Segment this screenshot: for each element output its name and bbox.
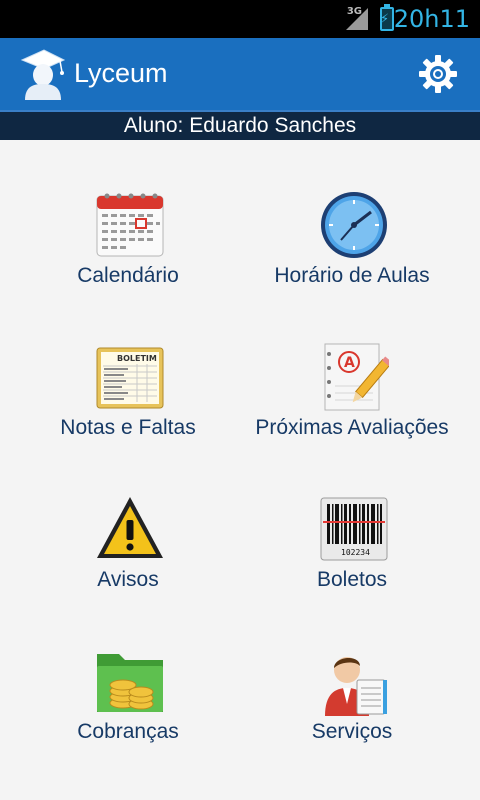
menu-item-calendario[interactable]: Calendário xyxy=(8,140,248,292)
clock-icon xyxy=(321,192,387,258)
battery-icon xyxy=(380,4,394,31)
signal-icon xyxy=(346,8,368,30)
barcode-icon: 102234 xyxy=(320,497,388,561)
exam-icon: A xyxy=(324,343,389,411)
menu-item-horario-de-aulas[interactable]: Horário de Aulas xyxy=(232,140,472,292)
menu-label-proximas-avaliacoes: Próximas Avaliações xyxy=(255,416,449,439)
svg-text:BOLETIM: BOLETIM xyxy=(117,354,157,363)
status-bar: 3G 20h11 xyxy=(0,0,480,38)
warning-icon xyxy=(97,497,163,558)
svg-text:A: A xyxy=(344,355,355,371)
menu-item-cobrancas[interactable]: Cobranças xyxy=(8,596,248,748)
menu-item-notas-e-faltas[interactable]: BOLETIM Notas e Faltas xyxy=(8,292,248,444)
menu-item-proximas-avaliacoes[interactable]: A Próximas Avaliações xyxy=(232,292,472,444)
menu-label-notas-e-faltas: Notas e Faltas xyxy=(60,416,196,439)
menu-label-calendario: Calendário xyxy=(77,264,179,287)
menu-label-horario-de-aulas: Horário de Aulas xyxy=(274,264,430,287)
svg-text:102234: 102234 xyxy=(341,548,370,557)
graduate-logo-icon xyxy=(20,49,66,100)
menu-grid: Calendário Horário de Aulas BOLETIM Nota… xyxy=(0,140,480,800)
app-bar: Lyceum xyxy=(0,38,480,110)
calendar-icon xyxy=(96,193,164,257)
menu-label-boletos: Boletos xyxy=(316,568,388,591)
student-name: Aluno: Eduardo Sanches xyxy=(123,114,357,137)
menu-label-servicos: Serviços xyxy=(311,720,393,743)
student-name-bar: Aluno: Eduardo Sanches xyxy=(0,110,480,140)
status-clock: 20h11 xyxy=(393,5,470,33)
menu-label-cobrancas: Cobranças xyxy=(77,720,179,743)
services-person-icon xyxy=(325,657,387,716)
menu-label-avisos: Avisos xyxy=(97,568,159,591)
folder-coins-icon xyxy=(97,654,163,712)
menu-item-boletos[interactable]: 102234 Boletos xyxy=(232,444,472,596)
menu-item-avisos[interactable]: Avisos xyxy=(8,444,248,596)
app-title: Lyceum xyxy=(74,58,168,88)
settings-gear-icon[interactable] xyxy=(418,54,458,94)
report-card-icon: BOLETIM xyxy=(96,347,164,409)
menu-item-servicos[interactable]: Serviços xyxy=(232,596,472,748)
